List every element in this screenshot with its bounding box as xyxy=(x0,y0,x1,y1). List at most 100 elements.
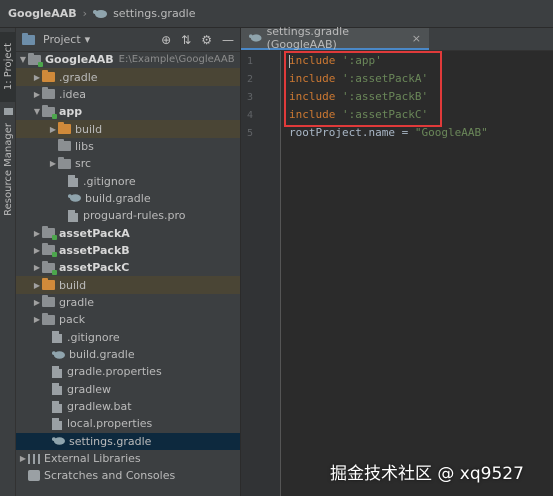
tree-item-asset-pack-c[interactable]: ▶ assetPackC xyxy=(16,259,240,276)
tree-item-path: E:\Example\GoogleAAB xyxy=(118,54,235,66)
tree-item-libs[interactable]: libs xyxy=(16,138,240,155)
libraries-icon xyxy=(28,453,40,464)
collapsed-arrow-icon[interactable]: ▶ xyxy=(32,242,42,259)
folder-icon xyxy=(58,139,71,152)
code-line: rootProject.name = "GoogleAAB" xyxy=(289,126,488,139)
tree-item-app-build[interactable]: ▶ build xyxy=(16,120,240,138)
module-folder-icon xyxy=(42,104,57,119)
folder-icon xyxy=(58,156,71,169)
tab-settings-gradle[interactable]: settings.gradle (GoogleAAB) × xyxy=(241,25,429,51)
code-string: "GoogleAAB" xyxy=(414,126,488,139)
collapsed-arrow-icon[interactable]: ▶ xyxy=(32,86,42,103)
tree-item-pack[interactable]: ▶ pack xyxy=(16,311,240,328)
folder-icon xyxy=(42,295,55,308)
folder-icon xyxy=(42,278,55,291)
project-panel-header: Project ▾ ⊕ ⇅ ⚙ — xyxy=(16,28,240,52)
collapsed-arrow-icon[interactable]: ▶ xyxy=(48,121,58,138)
tree-item-label: .idea xyxy=(59,87,87,101)
tree-item-label: GoogleAAB xyxy=(45,53,114,67)
expanded-arrow-icon[interactable]: ▼ xyxy=(32,103,42,120)
breadcrumb-project[interactable]: GoogleAAB xyxy=(8,7,77,20)
tree-item-label: local.properties xyxy=(67,417,153,431)
project-tool-tab-label: 1: Project xyxy=(2,43,14,91)
collapsed-arrow-icon[interactable]: ▶ xyxy=(32,311,42,328)
locate-icon[interactable]: ⊕ xyxy=(161,33,171,47)
tree-item-gradle-dir[interactable]: ▶ .gradle xyxy=(16,68,240,86)
tree-item-gradle-properties[interactable]: gradle.properties xyxy=(16,363,240,380)
tree-item-label: build xyxy=(59,278,87,292)
tree-item-app-build-gradle[interactable]: build.gradle xyxy=(16,190,240,207)
tree-item-gradlew-bat[interactable]: gradlew.bat xyxy=(16,398,240,415)
tree-item-gitignore[interactable]: .gitignore xyxy=(16,329,240,346)
tree-item-settings-gradle[interactable]: settings.gradle xyxy=(16,432,240,450)
project-view-icon xyxy=(22,32,35,45)
collapsed-arrow-icon[interactable]: ▶ xyxy=(32,69,42,86)
resource-manager-tab[interactable]: Resource Manager xyxy=(0,123,16,216)
gear-icon[interactable]: ⚙ xyxy=(201,33,212,47)
tree-item-label: build.gradle xyxy=(69,348,135,362)
file-icon xyxy=(52,331,62,344)
tree-item-label: gradle xyxy=(59,295,95,309)
properties-file-icon xyxy=(52,417,62,430)
tree-item-build[interactable]: ▶ build xyxy=(16,276,240,294)
collapsed-arrow-icon[interactable]: ▶ xyxy=(48,155,58,172)
gradle-icon xyxy=(93,9,108,18)
chevron-down-icon[interactable]: ▾ xyxy=(85,33,91,46)
gradle-icon xyxy=(52,350,65,359)
tree-item-proguard[interactable]: proguard-rules.pro xyxy=(16,207,240,224)
minimize-icon[interactable]: — xyxy=(222,33,234,47)
properties-file-icon xyxy=(52,365,62,378)
tree-item-src[interactable]: ▶ src xyxy=(16,155,240,172)
tree-item-label: assetPackC xyxy=(59,261,130,275)
tree-item-app[interactable]: ▼ app xyxy=(16,103,240,120)
module-folder-icon xyxy=(42,260,57,275)
title-bar: GoogleAAB › settings.gradle xyxy=(0,0,553,28)
line-number: 4 xyxy=(247,110,254,121)
collapsed-arrow-icon[interactable]: ▶ xyxy=(32,225,42,242)
collapsed-arrow-icon[interactable]: ▶ xyxy=(18,450,28,467)
expanded-arrow-icon[interactable]: ▼ xyxy=(18,51,28,68)
folder-icon xyxy=(42,87,55,100)
gradle-icon xyxy=(52,437,65,445)
tree-item-external-libraries[interactable]: ▶ External Libraries xyxy=(16,450,240,467)
collapsed-arrow-icon[interactable]: ▶ xyxy=(32,277,42,294)
collapse-all-icon[interactable]: ⇅ xyxy=(181,33,191,47)
tree-item-label: gradlew xyxy=(67,382,112,396)
file-icon xyxy=(68,175,78,188)
breadcrumb-file[interactable]: settings.gradle xyxy=(113,7,195,20)
tree-item-label: gradle.properties xyxy=(67,365,162,379)
file-icon xyxy=(52,400,62,413)
tree-item-gradlew[interactable]: gradlew xyxy=(16,381,240,398)
left-tool-strip: 1: Project Resource Manager xyxy=(0,28,16,496)
folder-icon xyxy=(0,106,16,116)
tree-item-label: libs xyxy=(75,139,94,153)
collapsed-arrow-icon[interactable]: ▶ xyxy=(32,259,42,276)
tree-item-label: assetPackA xyxy=(59,226,130,240)
folder-icon xyxy=(42,70,55,83)
project-tree: ▼ GoogleAAB E:\Example\GoogleAAB ▶ .grad… xyxy=(16,51,240,485)
module-folder-icon xyxy=(28,52,43,67)
tree-item-build-gradle[interactable]: build.gradle xyxy=(16,346,240,363)
watermark: 掘金技术社区 @ xq9527 xyxy=(330,464,524,484)
tree-item-gradle[interactable]: ▶ gradle xyxy=(16,294,240,311)
tree-item-asset-pack-a[interactable]: ▶ assetPackA xyxy=(16,224,240,241)
tree-item-asset-pack-b[interactable]: ▶ assetPackB xyxy=(16,242,240,259)
tree-item-idea[interactable]: ▶ .idea xyxy=(16,86,240,103)
close-icon[interactable]: × xyxy=(412,32,421,45)
line-number: 1 xyxy=(247,56,254,67)
tree-item-local-properties[interactable]: local.properties xyxy=(16,415,240,432)
project-tool-tab[interactable]: 1: Project xyxy=(0,32,16,102)
tree-item-scratches[interactable]: Scratches and Consoles xyxy=(16,467,240,484)
tree-item-label: build xyxy=(75,122,103,136)
tree-item-app-gitignore[interactable]: .gitignore xyxy=(16,172,240,189)
tree-item-label: build.gradle xyxy=(85,191,151,205)
breadcrumb-separator: › xyxy=(82,7,88,20)
tree-item-root[interactable]: ▼ GoogleAAB E:\Example\GoogleAAB xyxy=(16,51,240,68)
project-view-selector[interactable]: Project xyxy=(43,33,81,46)
gradle-icon xyxy=(68,194,81,203)
tree-item-label: .gitignore xyxy=(67,330,120,344)
collapsed-arrow-icon[interactable]: ▶ xyxy=(32,294,42,311)
tree-item-label: .gradle xyxy=(59,70,98,84)
folder-icon xyxy=(42,312,55,325)
module-folder-icon xyxy=(42,226,57,241)
